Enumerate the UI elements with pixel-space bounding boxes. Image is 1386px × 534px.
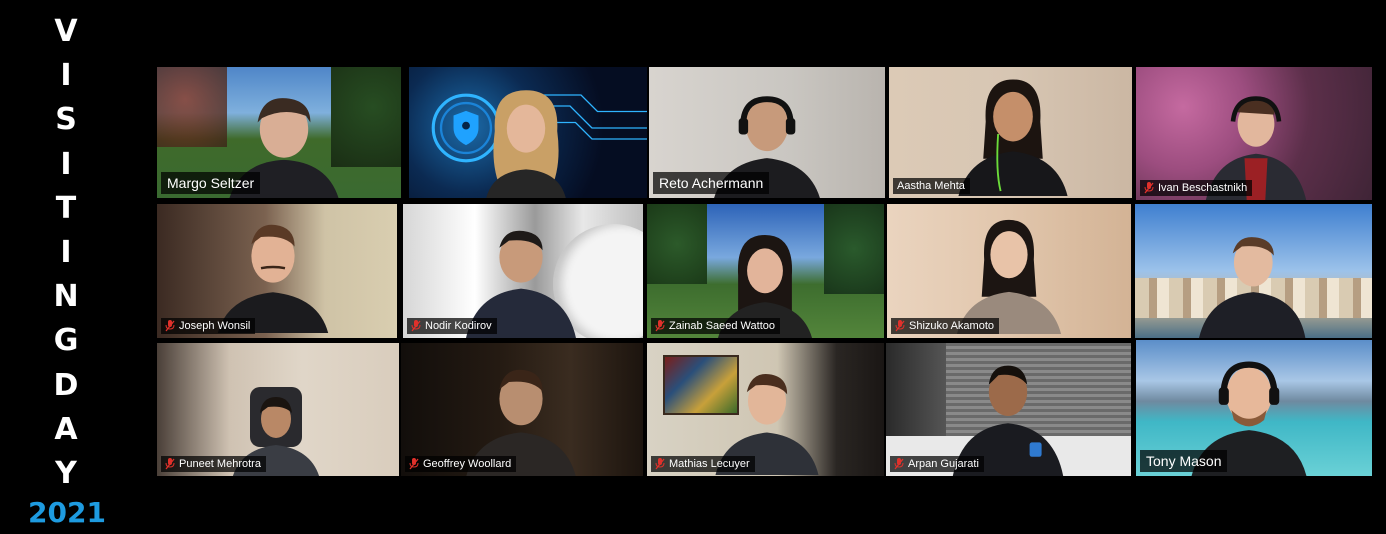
participant-video xyxy=(486,90,566,198)
video-tile-zainab-saeed-wattoo[interactable]: Zainab Saeed Wattoo xyxy=(647,204,884,338)
mic-muted-icon xyxy=(165,320,175,332)
participant-name-label: Geoffrey Woollard xyxy=(405,456,517,472)
mic-muted-icon xyxy=(895,320,905,332)
mic-muted-icon xyxy=(411,320,421,332)
video-tile-arpan-gujarati[interactable]: Arpan Gujarati xyxy=(886,343,1131,476)
video-tile-margo-seltzer[interactable]: Margo Seltzer xyxy=(157,67,401,198)
mic-muted-icon xyxy=(655,458,665,470)
participant-name-label: Joseph Wonsil xyxy=(161,318,256,334)
participant-video xyxy=(1199,237,1306,338)
title-letter: I xyxy=(60,234,72,270)
visiting-day-banner: V I S I T I N G D A Y 2021 xyxy=(0,0,130,534)
title-letter: N xyxy=(53,279,79,315)
video-tile-geoffrey-woollard[interactable]: Geoffrey Woollard xyxy=(401,343,643,476)
vertical-title: V I S I T I N G D A Y xyxy=(48,10,84,496)
title-letter: I xyxy=(60,58,72,94)
video-tile-joseph-wonsil[interactable]: Joseph Wonsil xyxy=(157,204,397,338)
participant-name-label: Margo Seltzer xyxy=(161,172,261,194)
video-tile-participant[interactable] xyxy=(409,67,647,198)
video-tile-aastha-mehta[interactable]: Aastha Mehta xyxy=(889,67,1132,198)
video-tile-tony-mason[interactable]: Tony Mason xyxy=(1136,340,1372,476)
video-tile-participant[interactable] xyxy=(1135,204,1372,338)
mic-muted-icon xyxy=(1144,182,1154,194)
video-tile-reto-achermann[interactable]: Reto Achermann xyxy=(649,67,885,198)
participant-name-label: Nodir Kodirov xyxy=(407,318,497,334)
participant-name-label: Ivan Beschastnikh xyxy=(1140,180,1253,196)
video-tile-nodir-kodirov[interactable]: Nodir Kodirov xyxy=(403,204,643,338)
mic-muted-icon xyxy=(165,458,175,470)
title-letter: A xyxy=(54,411,78,447)
participant-name-label: Aastha Mehta xyxy=(893,178,970,194)
title-letter: G xyxy=(53,323,79,359)
mic-muted-icon xyxy=(655,320,665,332)
participant-name-label: Reto Achermann xyxy=(653,172,770,194)
video-tile-mathias-lecuyer[interactable]: Mathias Lecuyer xyxy=(647,343,884,476)
video-tile-ivan-beschastnikh[interactable]: Ivan Beschastnikh xyxy=(1136,67,1372,200)
mic-muted-icon xyxy=(409,458,419,470)
participant-name-label: Shizuko Akamoto xyxy=(891,318,999,334)
participant-name-label: Mathias Lecuyer xyxy=(651,456,755,472)
video-tile-puneet-mehrotra[interactable]: Puneet Mehrotra xyxy=(157,343,399,476)
participant-name-label: Arpan Gujarati xyxy=(890,456,984,472)
participant-name-label: Puneet Mehrotra xyxy=(161,456,266,472)
video-tile-shizuko-akamoto[interactable]: Shizuko Akamoto xyxy=(887,204,1131,338)
participant-name-label: Zainab Saeed Wattoo xyxy=(651,318,780,334)
participant-name-label: Tony Mason xyxy=(1140,450,1228,472)
mic-muted-icon xyxy=(894,458,904,470)
year-label: 2021 xyxy=(28,496,106,529)
title-letter: D xyxy=(53,367,79,403)
title-letter: T xyxy=(55,190,77,226)
title-letter: V xyxy=(54,14,78,49)
title-letter: S xyxy=(55,102,77,138)
title-letter: I xyxy=(60,146,72,182)
title-letter: Y xyxy=(55,455,77,491)
